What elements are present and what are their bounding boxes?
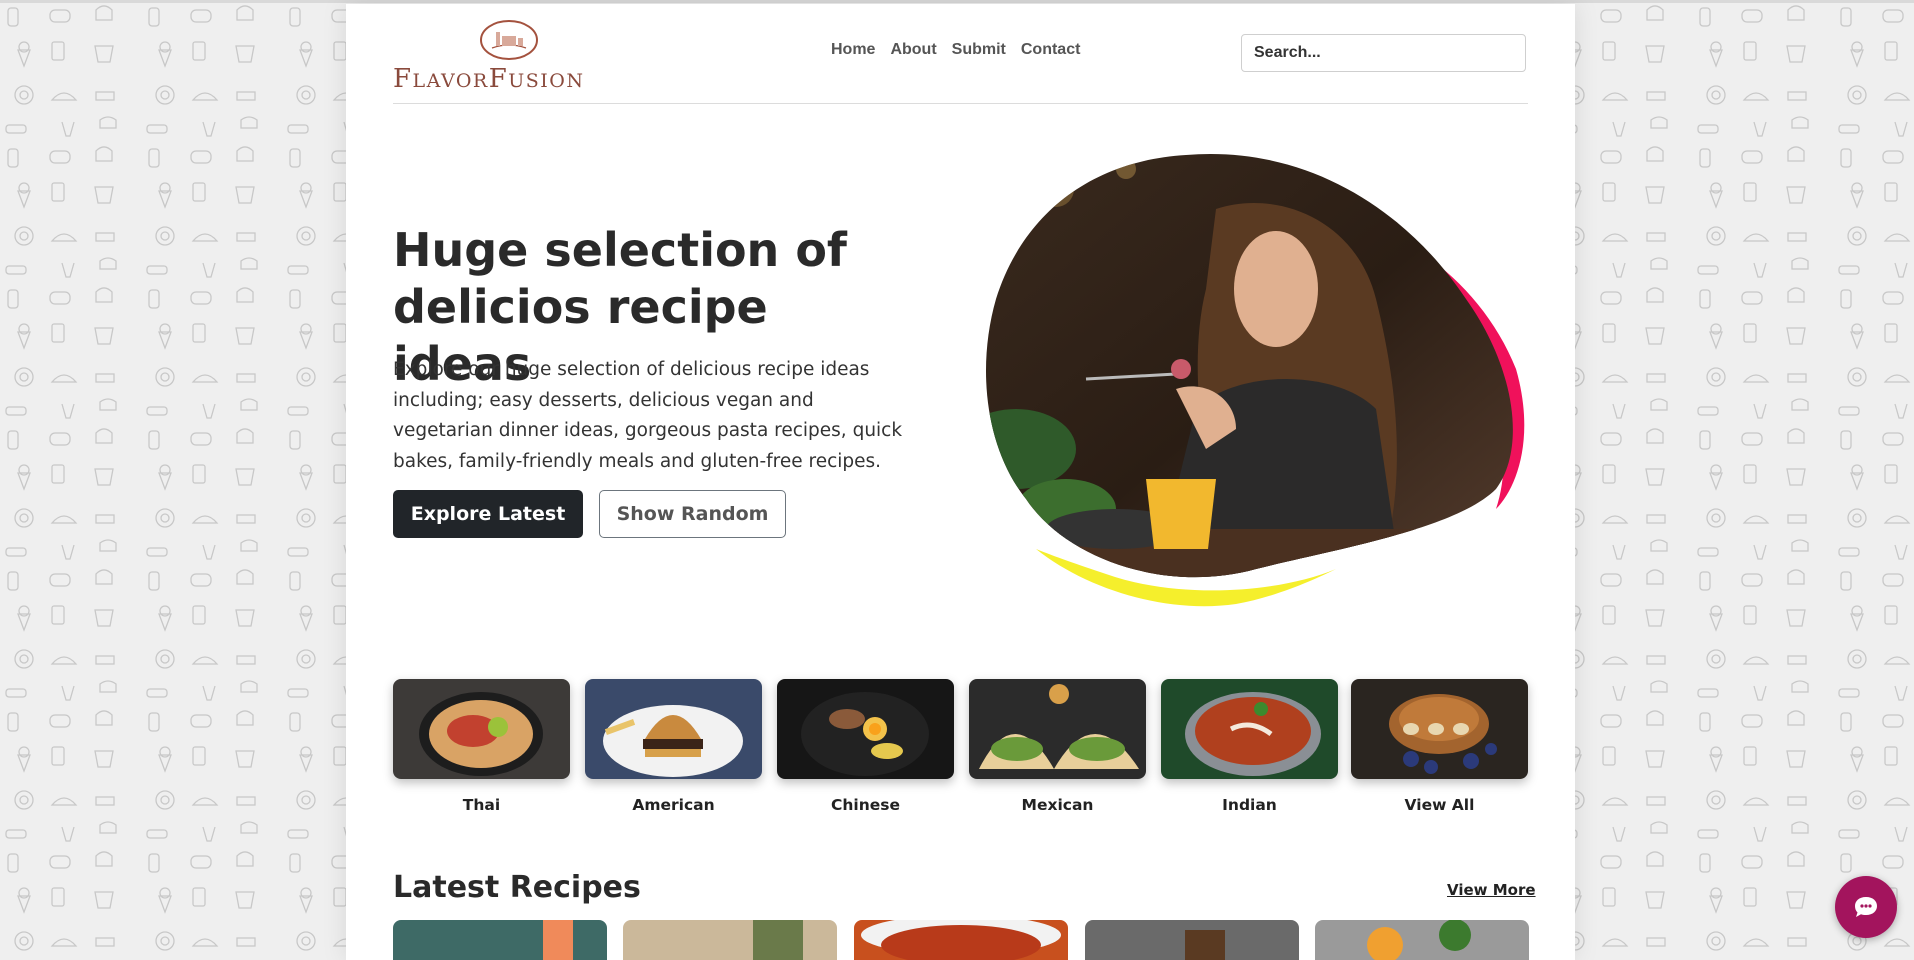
nav-submit[interactable]: Submit	[952, 41, 1006, 59]
chat-bubble-icon	[1855, 897, 1877, 917]
category-american[interactable]: American	[585, 679, 762, 814]
recipe-image	[393, 920, 607, 960]
explore-latest-button[interactable]: Explore Latest	[393, 490, 583, 538]
category-label: Indian	[1222, 796, 1277, 814]
recipe-image	[854, 920, 1068, 960]
noodle-bowl-icon	[777, 679, 954, 779]
pancakes-icon	[1351, 679, 1528, 779]
category-list: Thai American Chinese Mexican Indian Vie…	[393, 679, 1528, 819]
recipe-image	[1315, 920, 1529, 960]
show-random-button[interactable]: Show Random	[599, 490, 786, 538]
recipe-image	[1085, 920, 1299, 960]
logo-text: FLAVORFUSION	[393, 64, 585, 94]
category-label: Mexican	[1021, 796, 1094, 814]
nav-contact[interactable]: Contact	[1021, 41, 1081, 59]
category-indian[interactable]: Indian	[1161, 679, 1338, 814]
recipe-card[interactable]	[393, 920, 607, 960]
category-view-all[interactable]: View All	[1351, 679, 1528, 814]
category-chinese[interactable]: Chinese	[777, 679, 954, 814]
category-thai[interactable]: Thai	[393, 679, 570, 814]
category-label: Thai	[462, 796, 501, 814]
hero-image	[986, 153, 1525, 607]
category-image	[585, 679, 762, 779]
category-image	[1161, 679, 1338, 779]
recipe-card[interactable]	[854, 920, 1068, 960]
recipe-card[interactable]	[1085, 920, 1299, 960]
recipe-card[interactable]	[623, 920, 837, 960]
category-image	[777, 679, 954, 779]
category-mexican[interactable]: Mexican	[969, 679, 1146, 814]
category-image	[969, 679, 1146, 779]
taco-icon	[969, 679, 1146, 779]
nav-home[interactable]: Home	[831, 41, 875, 59]
logo[interactable]: FLAVORFUSION	[393, 18, 625, 94]
hero-description: Explore our huge selection of delicious …	[393, 359, 903, 472]
page-container: FLAVORFUSION Home About Submit Contact H…	[346, 4, 1575, 960]
category-image	[1351, 679, 1528, 779]
category-label: American	[632, 796, 715, 814]
view-more-link[interactable]: View More	[1447, 881, 1536, 899]
recipe-card[interactable]	[1315, 920, 1529, 960]
site-header: FLAVORFUSION Home About Submit Contact	[393, 4, 1528, 104]
latest-recipes-list	[393, 920, 1529, 960]
nav-about[interactable]: About	[890, 41, 936, 59]
latest-recipes-title: Latest Recipes	[393, 870, 641, 905]
burger-icon	[585, 679, 762, 779]
top-border	[0, 0, 1914, 3]
curry-icon	[1161, 679, 1338, 779]
category-label: View All	[1404, 796, 1475, 814]
category-image	[393, 679, 570, 779]
logo-emblem-icon	[480, 20, 538, 60]
main-nav: Home About Submit Contact	[831, 41, 1080, 59]
thai-dish-icon	[393, 679, 570, 779]
search-input[interactable]	[1241, 34, 1526, 72]
recipe-image	[623, 920, 837, 960]
chat-button[interactable]	[1835, 876, 1897, 938]
category-label: Chinese	[830, 796, 900, 814]
